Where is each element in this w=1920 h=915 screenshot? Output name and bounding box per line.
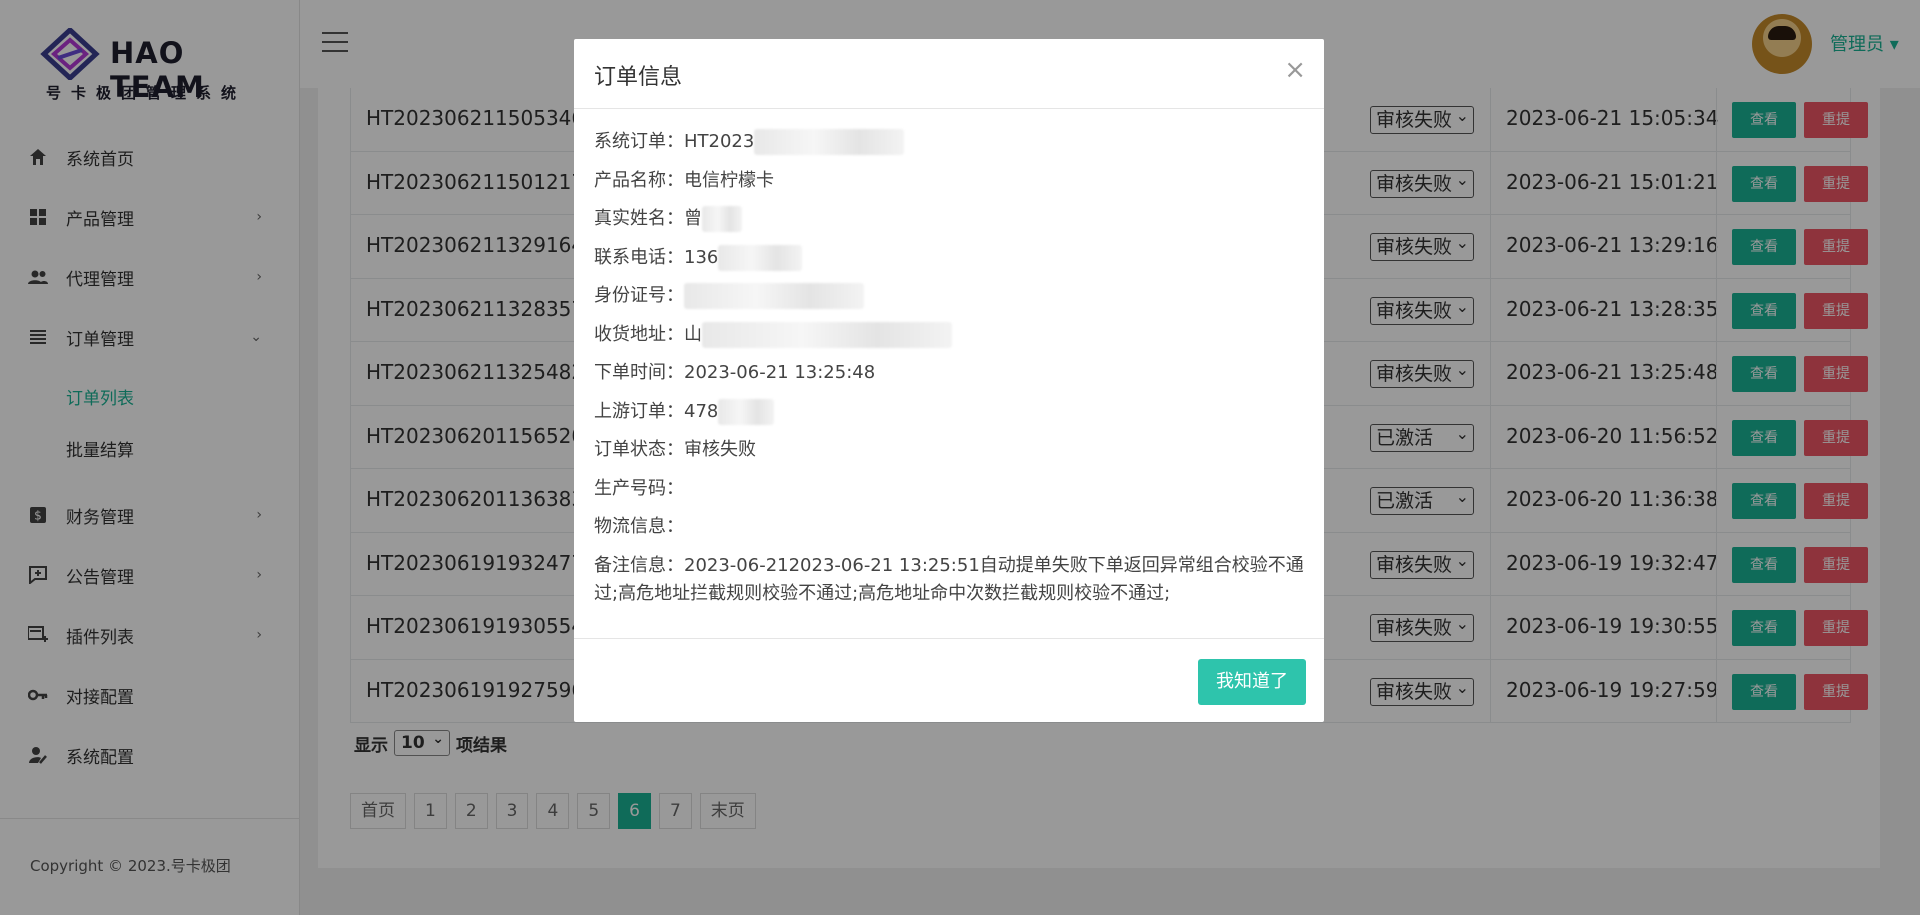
field-label: 物流信息： xyxy=(594,516,684,537)
field-value: 478 xyxy=(684,400,719,422)
redacted-value xyxy=(702,321,952,348)
field-value: 山 xyxy=(684,323,702,345)
ok-button[interactable]: 我知道了 xyxy=(1198,659,1306,705)
field-value: 审核失败 xyxy=(684,439,756,460)
info-row: 下单时间：2023-06-21 13:25:48 xyxy=(594,354,1306,393)
redacted-value xyxy=(684,283,864,309)
field-label: 生产号码： xyxy=(594,477,684,499)
info-row: 真实姓名：曾 xyxy=(594,200,1306,239)
remark-value: 2023-06-212023-06-21 13:25:51自动提单失败下单返回异… xyxy=(594,554,1304,604)
field-label: 收货地址： xyxy=(594,323,684,345)
info-row: 身份证号： xyxy=(594,277,1306,316)
field-label: 订单状态： xyxy=(594,439,684,460)
remark-row: 备注信息：2023-06-212023-06-21 13:25:51自动提单失败… xyxy=(594,547,1306,608)
redacted-value xyxy=(702,206,742,232)
field-label: 产品名称： xyxy=(594,169,684,191)
close-icon[interactable]: × xyxy=(1284,55,1306,85)
redacted-value xyxy=(718,398,775,425)
info-row: 系统订单：HT2023 xyxy=(594,123,1306,162)
order-info-modal: 订单信息 × 系统订单：HT2023 产品名称：电信柠檬卡 真实姓名：曾 联系电话：1… xyxy=(574,39,1324,722)
info-row: 订单状态：审核失败 xyxy=(594,431,1306,470)
field-label: 下单时间： xyxy=(594,362,684,383)
field-value: 电信柠檬卡 xyxy=(684,169,774,191)
field-value: HT2023 xyxy=(684,131,755,152)
field-label: 系统订单： xyxy=(594,131,684,152)
field-label: 真实姓名： xyxy=(594,208,684,229)
field-value: 2023-06-21 13:25:48 xyxy=(684,362,876,383)
info-row: 收货地址：山 xyxy=(594,316,1306,355)
field-value: 136 xyxy=(684,246,719,268)
field-label: 身份证号： xyxy=(594,285,684,306)
modal-footer: 我知道了 xyxy=(574,638,1324,722)
info-row: 联系电话：136 xyxy=(594,239,1306,278)
redacted-value xyxy=(754,129,905,155)
field-label: 上游订单： xyxy=(594,400,684,422)
info-row: 产品名称：电信柠檬卡 xyxy=(594,162,1306,201)
info-row: 物流信息： xyxy=(594,508,1306,547)
field-value: 曾 xyxy=(684,208,702,229)
field-label: 备注信息： xyxy=(594,554,684,576)
info-row: 生产号码： xyxy=(594,470,1306,509)
modal-body: 系统订单：HT2023 产品名称：电信柠檬卡 真实姓名：曾 联系电话：136 身份证号：… xyxy=(574,109,1324,608)
modal-title: 订单信息 xyxy=(594,65,683,90)
field-label: 联系电话： xyxy=(594,246,684,268)
modal-header: 订单信息 × xyxy=(574,39,1324,109)
info-row: 上游订单：478 xyxy=(594,393,1306,432)
redacted-value xyxy=(718,244,803,271)
